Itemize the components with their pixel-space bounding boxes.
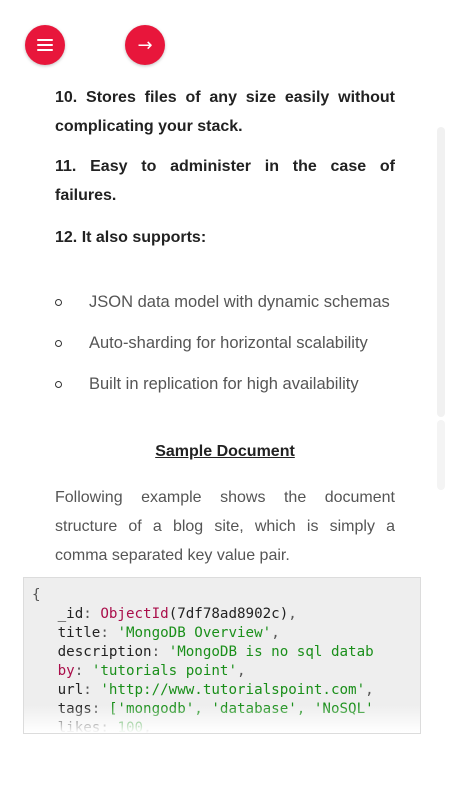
code-block[interactable]: { _id: ObjectId(7df78ad8902c), title: 'M… [23,577,421,734]
section-heading: Sample Document [155,443,295,460]
bullet-circle-icon [55,381,62,388]
scrollbar-track [437,420,445,490]
list-item: JSON data model with dynamic schemas [55,286,405,327]
bullet-circle-icon [55,340,62,347]
scrollbar[interactable] [437,127,445,417]
list-item: Built in replication for high availabili… [55,368,405,409]
feature-item: 10. Stores files of any size easily with… [55,89,395,135]
next-page-button[interactable]: → [125,25,165,65]
hamburger-menu-icon [37,39,53,51]
code-fade-overlay [24,705,420,733]
menu-button[interactable] [25,25,65,65]
feature-item: 11. Easy to administer in the case of fa… [55,158,395,204]
feature-item: 12. It also supports: [55,229,207,246]
feature-list: 10. Stores files of any size easily with… [55,83,395,252]
arrow-right-icon: → [137,34,153,56]
supports-list: JSON data model with dynamic schemas Aut… [55,286,405,409]
list-item: Auto-sharding for horizontal scalability [55,327,405,368]
intro-paragraph: Following example shows the document str… [55,489,395,564]
bullet-circle-icon [55,299,62,306]
